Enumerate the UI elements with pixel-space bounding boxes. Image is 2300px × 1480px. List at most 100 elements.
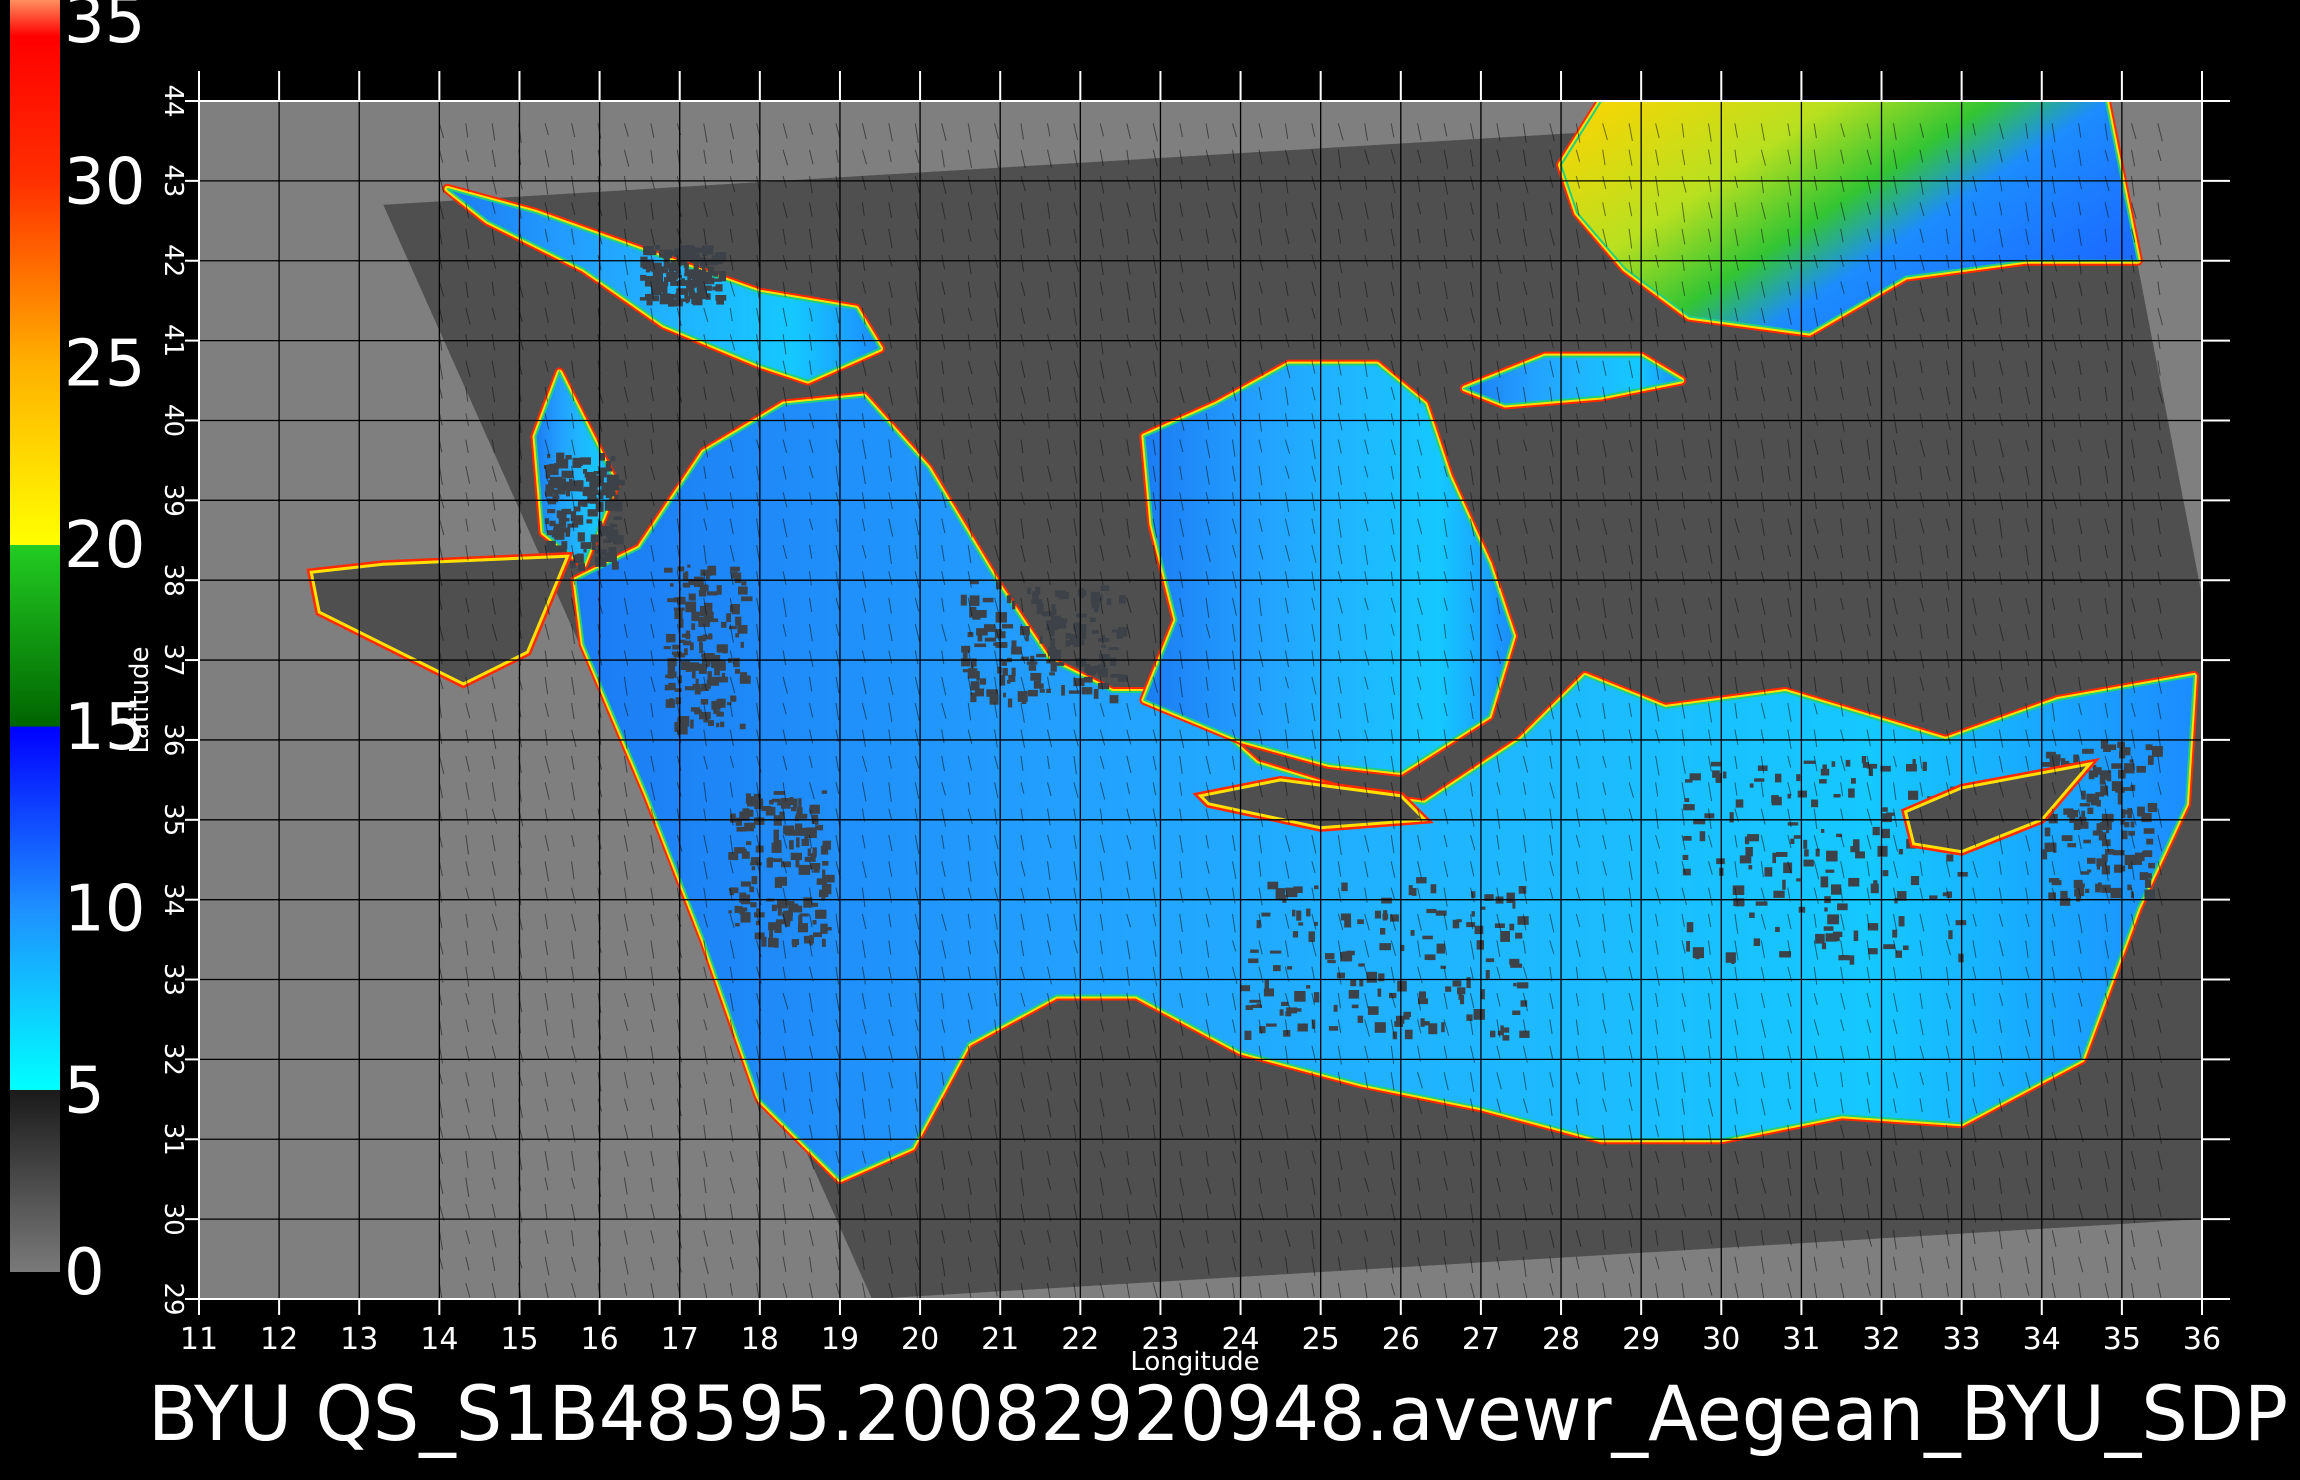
low-wind-pixel [785, 832, 794, 836]
low-wind-pixel [2074, 888, 2078, 897]
low-wind-pixel [1377, 988, 1382, 997]
low-wind-pixel [1248, 958, 1259, 964]
longitude-tick-label: 30 [1702, 1322, 1740, 1357]
low-wind-pixel [1513, 982, 1517, 987]
longitude-tick-label: 25 [1302, 1322, 1340, 1357]
low-wind-pixel [815, 825, 820, 831]
low-wind-pixel [705, 293, 711, 300]
low-wind-pixel [766, 858, 773, 868]
low-wind-pixel [1440, 965, 1446, 969]
low-wind-pixel [2103, 745, 2111, 752]
map-title: BYU QS_S1B48595.20082920948.avewr_Aegean… [148, 1369, 2288, 1458]
low-wind-pixel [549, 520, 556, 527]
low-wind-pixel [668, 682, 676, 691]
low-wind-pixel [1118, 627, 1128, 637]
low-wind-pixel [686, 269, 695, 275]
low-wind-pixel [1518, 886, 1527, 894]
low-wind-pixel [804, 828, 808, 837]
low-wind-pixel [717, 676, 728, 683]
low-wind-pixel [734, 905, 739, 913]
low-wind-pixel [2128, 830, 2135, 836]
low-wind-pixel [669, 583, 674, 587]
low-wind-pixel [655, 244, 660, 250]
low-wind-pixel [1028, 665, 1037, 671]
low-wind-pixel [1509, 958, 1520, 965]
low-wind-pixel [1039, 683, 1044, 689]
low-wind-pixel [1506, 892, 1515, 903]
low-wind-pixel [969, 595, 980, 606]
low-wind-pixel [708, 720, 714, 726]
low-wind-pixel [614, 494, 619, 501]
low-wind-pixel [1357, 919, 1364, 925]
low-wind-pixel [792, 798, 798, 808]
low-wind-pixel [1686, 922, 1694, 933]
low-wind-pixel [1002, 624, 1013, 629]
low-wind-pixel [1815, 848, 1820, 857]
low-wind-pixel [1350, 979, 1357, 987]
latitude-tick-label: 37 [158, 644, 188, 677]
low-wind-pixel [710, 618, 719, 623]
low-wind-pixel [1286, 1007, 1297, 1014]
low-wind-pixel [1793, 835, 1801, 839]
low-wind-pixel [1357, 1015, 1364, 1023]
low-wind-pixel [1946, 854, 1954, 862]
low-wind-pixel [1109, 695, 1119, 704]
longitude-tick-label: 31 [1782, 1322, 1820, 1357]
low-wind-pixel [1027, 689, 1038, 697]
low-wind-pixel [804, 937, 814, 944]
low-wind-pixel [1851, 778, 1856, 784]
low-wind-pixel [2152, 746, 2163, 757]
low-wind-pixel [1722, 771, 1727, 779]
low-wind-pixel [611, 561, 619, 570]
low-wind-pixel [1796, 774, 1801, 782]
low-wind-pixel [771, 904, 777, 912]
low-wind-pixel [2147, 755, 2154, 765]
low-wind-pixel [2075, 883, 2085, 888]
colorbar-label: 0 [64, 1236, 105, 1310]
low-wind-pixel [1787, 822, 1799, 826]
low-wind-pixel [578, 563, 585, 571]
longitude-tick-label: 15 [500, 1322, 538, 1357]
low-wind-pixel [1804, 849, 1809, 857]
low-wind-pixel [2137, 806, 2145, 817]
low-wind-pixel [995, 612, 1007, 623]
low-wind-pixel [1036, 603, 1044, 615]
low-wind-pixel [1023, 690, 1027, 701]
low-wind-pixel [692, 683, 698, 689]
low-wind-pixel [1308, 931, 1315, 942]
low-wind-pixel [1426, 955, 1436, 961]
low-wind-pixel [609, 523, 614, 531]
low-wind-pixel [799, 913, 809, 917]
low-wind-pixel [1773, 890, 1785, 898]
low-wind-pixel [2145, 744, 2153, 751]
low-wind-pixel [1401, 944, 1405, 952]
low-wind-pixel [664, 567, 673, 573]
low-wind-pixel [1831, 884, 1842, 895]
longitude-tick-label: 20 [901, 1322, 939, 1357]
low-wind-pixel [1910, 876, 1920, 886]
low-wind-pixel [1517, 916, 1529, 925]
low-wind-pixel [1245, 1005, 1254, 1010]
low-wind-pixel [821, 938, 826, 947]
longitude-tick-label: 22 [1061, 1322, 1099, 1357]
low-wind-pixel [652, 250, 657, 255]
low-wind-pixel [820, 923, 828, 934]
low-wind-pixel [1366, 971, 1377, 983]
low-wind-pixel [976, 628, 988, 636]
low-wind-pixel [1027, 587, 1032, 595]
low-wind-pixel [1958, 953, 1964, 963]
low-wind-pixel [1273, 965, 1281, 972]
low-wind-pixel [706, 591, 718, 596]
low-wind-pixel [1048, 647, 1057, 656]
latitude-tick-label: 30 [158, 1203, 188, 1236]
low-wind-pixel [1739, 855, 1752, 864]
colorbar-label: 10 [64, 873, 145, 947]
low-wind-pixel [1090, 617, 1096, 622]
longitude-tick-label: 36 [2183, 1322, 2221, 1357]
low-wind-pixel [1292, 931, 1299, 938]
low-wind-pixel [556, 510, 567, 518]
low-wind-pixel [740, 626, 747, 633]
low-wind-pixel [690, 719, 694, 729]
low-wind-pixel [1823, 926, 1834, 931]
low-wind-pixel [1112, 629, 1118, 633]
